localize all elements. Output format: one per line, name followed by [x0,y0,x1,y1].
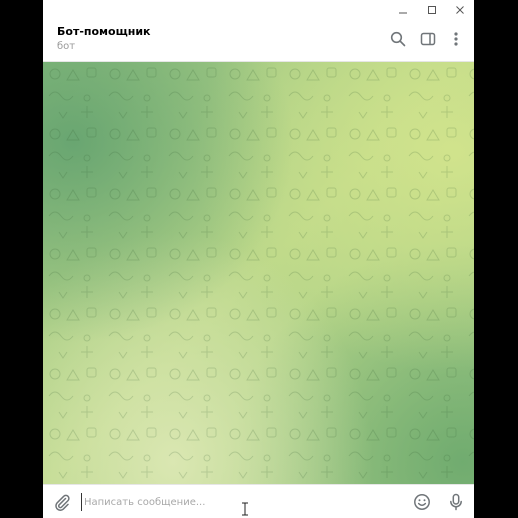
microphone-icon [450,493,462,511]
chat-header[interactable]: Бот-помощник бот [43,20,474,62]
chat-title[interactable]: Бот-помощник [57,25,151,38]
emoji-icon [414,494,430,510]
title-bar [43,0,474,20]
emoji-button[interactable] [411,491,433,513]
message-composer [43,484,474,518]
attach-button[interactable] [51,491,73,513]
close-icon [456,6,464,14]
chat-subtitle: бот [57,41,76,52]
text-cursor-icon [242,502,248,516]
minimize-icon [399,12,407,14]
maximize-button[interactable] [420,2,444,18]
search-button[interactable] [388,29,408,49]
search-icon [390,31,406,47]
app-window: Бот-помощник бот [43,0,474,518]
maximize-icon [428,6,436,14]
paperclip-icon [55,494,70,511]
more-button[interactable] [446,29,466,49]
more-vertical-icon [454,32,458,46]
close-button[interactable] [448,2,472,18]
sidebar-toggle-button[interactable] [418,29,438,49]
voice-message-button[interactable] [445,491,467,513]
chat-background [43,62,474,484]
sidebar-toggle-icon [420,32,436,46]
doodle-pattern [43,62,474,484]
minimize-button[interactable] [391,2,415,18]
